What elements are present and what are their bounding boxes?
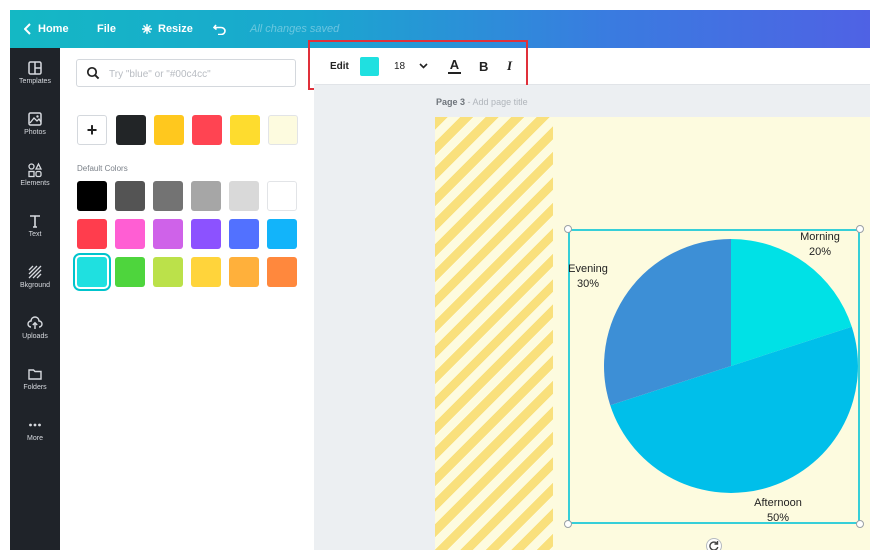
pie-chart	[604, 239, 858, 493]
pie-label-percent: 30%	[576, 278, 600, 290]
pie-label-category: Evening	[568, 263, 608, 275]
pie-label-percent: 50%	[766, 512, 790, 524]
pie-label-percent: 20%	[808, 246, 832, 258]
pie-label-morning: Morning 20%	[790, 230, 850, 260]
pie-label-category: Morning	[800, 231, 840, 243]
pie-label-evening: Evening 30%	[558, 262, 618, 292]
design-editor: Home File Resize All changes saved Templ…	[10, 10, 870, 550]
pie-label-afternoon: Afternoon 50%	[748, 496, 808, 526]
pie-label-category: Afternoon	[754, 497, 802, 509]
